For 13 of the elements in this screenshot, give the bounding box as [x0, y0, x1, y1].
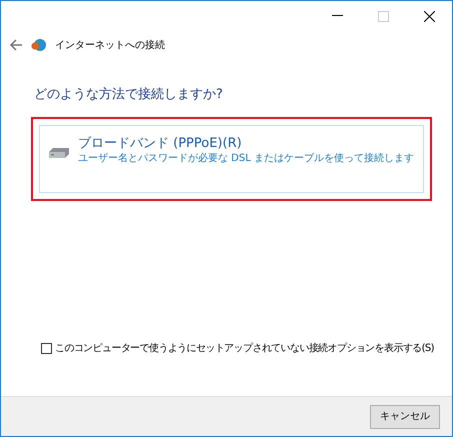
- maximize-icon: [378, 10, 388, 22]
- back-button[interactable]: [9, 38, 23, 52]
- globe-icon: [31, 37, 47, 53]
- connection-option[interactable]: ブロードバンド (PPPoE)(R) ユーザー名とパスワードが必要な DSL またはケーブルを使って接続します: [39, 124, 424, 192]
- checkbox-label: このコンピューターで使うようにセットアップされていない接続オプションを表示する(S): [55, 342, 434, 356]
- window-title: インターネットへの接続: [55, 38, 165, 52]
- cancel-button[interactable]: キャンセル: [370, 404, 440, 428]
- back-arrow-icon: [9, 38, 23, 52]
- minimize-icon: [332, 15, 342, 17]
- modem-icon: [48, 146, 70, 160]
- close-icon: [424, 10, 434, 22]
- page-heading: どのような方法で接続しますか?: [34, 86, 224, 104]
- checkbox[interactable]: [41, 343, 52, 354]
